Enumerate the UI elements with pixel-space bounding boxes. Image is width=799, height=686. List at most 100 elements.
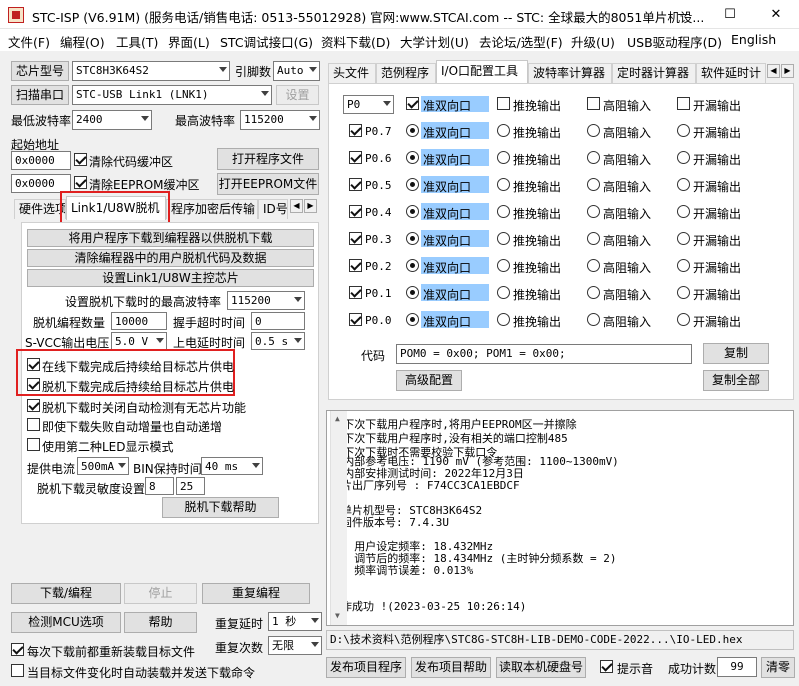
menu-english[interactable]: English [731, 32, 776, 47]
high-impedance-radio[interactable] [587, 151, 600, 164]
help-button[interactable]: 帮助 [124, 612, 197, 633]
tab-software-delay[interactable]: 软件延时计 [696, 63, 766, 83]
advanced-config-button[interactable]: 高级配置 [396, 370, 462, 391]
close-button[interactable]: ✕ [753, 0, 799, 29]
tab-example-programs[interactable]: 范例程序 [376, 63, 436, 83]
port-settings-button[interactable]: 设置 [276, 85, 319, 105]
push-pull-radio[interactable] [497, 259, 510, 272]
bin-hold-select[interactable]: 40 ms [201, 457, 263, 475]
online-power-checkbox[interactable] [27, 358, 40, 371]
copy-all-button[interactable]: 复制全部 [703, 370, 769, 391]
pin-checkbox[interactable] [349, 286, 362, 299]
port-select[interactable]: STC-USB Link1 (LNK1) [72, 85, 272, 105]
file-path-field[interactable]: D:\技术资料\范例程序\STC8G-STC8H-LIB-DEMO-CODE-2… [326, 630, 794, 650]
handshake-timeout-input[interactable]: 0 [251, 312, 305, 330]
reprogram-button[interactable]: 重复编程 [202, 583, 310, 604]
open-drain-radio[interactable] [677, 178, 690, 191]
quasi-bidirectional-radio[interactable] [406, 313, 419, 326]
sensitivity-input-1[interactable]: 8 [145, 477, 174, 495]
quasi-bidirectional-radio[interactable] [406, 232, 419, 245]
high-impedance-radio[interactable] [587, 124, 600, 137]
tab-header-file[interactable]: 头文件 [328, 63, 376, 83]
clear-code-buffer-checkbox[interactable] [74, 153, 87, 166]
all-open-drain-checkbox[interactable] [677, 97, 690, 110]
pin-count-select[interactable]: Auto [273, 61, 320, 81]
current-select[interactable]: 500mA [77, 457, 129, 475]
quasi-bidirectional-radio[interactable] [406, 259, 419, 272]
download-program-button[interactable]: 下载/编程 [11, 583, 121, 604]
auto-increment-checkbox[interactable] [27, 418, 40, 431]
offline-max-baud-select[interactable]: 115200 [227, 291, 305, 310]
detect-mcu-button[interactable]: 检测MCU选项 [11, 612, 121, 633]
menu-forum[interactable]: 去论坛/选型(F) [479, 32, 563, 51]
read-disk-serial-button[interactable]: 读取本机硬盘号 [496, 657, 586, 678]
scroll-down-icon[interactable]: ▼ [335, 611, 340, 620]
log-scrollbar[interactable]: ▲ ▼ [330, 411, 347, 625]
tab-scroll-left-icon[interactable]: ◀ [767, 64, 780, 78]
chip-type-select[interactable]: STC8H3K64S2 [72, 61, 230, 81]
pin-checkbox[interactable] [349, 232, 362, 245]
menu-downloads[interactable]: 资料下载(D) [321, 32, 390, 51]
pin-checkbox[interactable] [349, 259, 362, 272]
menu-tools[interactable]: 工具(T) [116, 32, 158, 51]
stop-button[interactable]: 停止 [124, 583, 197, 604]
download-to-programmer-button[interactable]: 将用户程序下载到编程器以供脱机下载 [27, 229, 314, 247]
high-impedance-radio[interactable] [587, 259, 600, 272]
code-output-field[interactable]: POM0 = 0x00; POM1 = 0x00; [396, 344, 692, 364]
open-drain-radio[interactable] [677, 205, 690, 218]
menu-program[interactable]: 编程(O) [60, 32, 105, 51]
push-pull-radio[interactable] [497, 151, 510, 164]
quasi-bidirectional-radio[interactable] [406, 178, 419, 191]
disable-chip-detect-checkbox[interactable] [27, 399, 40, 412]
tab-scroll-right-icon[interactable]: ▶ [304, 199, 317, 213]
pin-checkbox[interactable] [349, 151, 362, 164]
open-drain-radio[interactable] [677, 286, 690, 299]
quasi-bidirectional-radio[interactable] [406, 124, 419, 137]
scroll-up-icon[interactable]: ▲ [335, 414, 340, 423]
tab-id-number[interactable]: ID号 [258, 199, 288, 219]
open-drain-radio[interactable] [677, 313, 690, 326]
sensitivity-input-2[interactable]: 25 [176, 477, 205, 495]
min-baud-select[interactable]: 2400 [72, 110, 152, 130]
tab-encrypted-transfer[interactable]: 程序加密后传输 [166, 199, 258, 219]
push-pull-radio[interactable] [497, 178, 510, 191]
quasi-bidirectional-radio[interactable] [406, 151, 419, 164]
program-count-input[interactable]: 10000 [111, 312, 167, 330]
high-impedance-radio[interactable] [587, 232, 600, 245]
reload-before-download-checkbox[interactable] [11, 643, 24, 656]
clear-programmer-button[interactable]: 清除编程器中的用户脱机代码及数据 [27, 249, 314, 267]
tab-scroll-left-icon[interactable]: ◀ [290, 199, 303, 213]
open-drain-radio[interactable] [677, 259, 690, 272]
high-impedance-radio[interactable] [587, 286, 600, 299]
menu-file[interactable]: 文件(F) [8, 32, 50, 51]
pin-checkbox[interactable] [349, 124, 362, 137]
all-quasi-bidirectional-checkbox[interactable] [406, 97, 419, 110]
pin-checkbox[interactable] [349, 205, 362, 218]
high-impedance-radio[interactable] [587, 205, 600, 218]
open-program-file-button[interactable]: 打开程序文件 [217, 148, 319, 170]
auto-load-on-change-checkbox[interactable] [11, 664, 24, 677]
set-master-chip-button[interactable]: 设置Link1/U8W主控芯片 [27, 269, 314, 287]
repeat-count-select[interactable]: 无限 [268, 636, 322, 655]
pin-checkbox[interactable] [349, 313, 362, 326]
push-pull-radio[interactable] [497, 286, 510, 299]
push-pull-radio[interactable] [497, 313, 510, 326]
clear-count-button[interactable]: 清零 [761, 657, 795, 678]
maximize-button[interactable]: ☐ [707, 0, 753, 29]
clear-eeprom-buffer-checkbox[interactable] [74, 176, 87, 189]
open-drain-radio[interactable] [677, 151, 690, 164]
all-high-impedance-checkbox[interactable] [587, 97, 600, 110]
offline-help-button[interactable]: 脱机下载帮助 [162, 497, 279, 518]
copy-button[interactable]: 复制 [703, 343, 769, 364]
minimize-button[interactable]: — [661, 0, 707, 29]
port-group-select[interactable]: P0 [343, 95, 394, 114]
tab-baud-calculator[interactable]: 波特率计算器 [528, 63, 612, 83]
max-baud-select[interactable]: 115200 [240, 110, 320, 130]
svcc-select[interactable]: 5.0 V [111, 332, 167, 350]
publish-program-button[interactable]: 发布项目程序 [326, 657, 406, 678]
output-log[interactable]: . 下次下载用户程序时,将用户EEPROM区一并擦除 . 下次下载用户程序时,没… [326, 410, 794, 626]
tab-io-config[interactable]: I/O口配置工具 [436, 60, 528, 83]
publish-help-button[interactable]: 发布项目帮助 [411, 657, 491, 678]
scan-port-button[interactable]: 扫描串口 [11, 85, 69, 105]
power-delay-select[interactable]: 0.5 s [251, 332, 305, 350]
